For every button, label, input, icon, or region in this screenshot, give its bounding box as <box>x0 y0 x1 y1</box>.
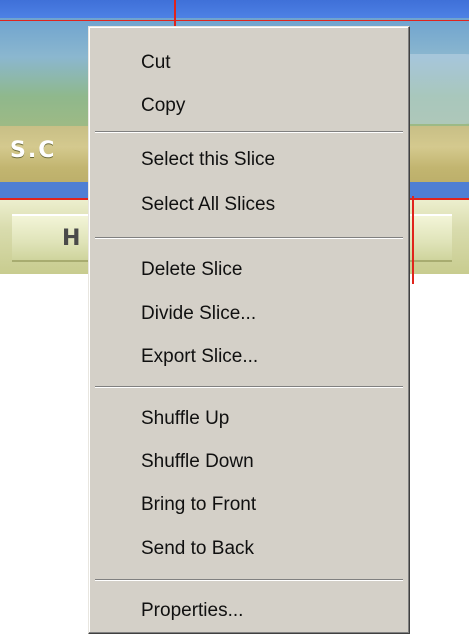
slice-guide-horizontal[interactable] <box>0 20 469 21</box>
menu-separator <box>95 237 403 239</box>
menu-item-shuffle-up[interactable]: Shuffle Up <box>92 402 406 436</box>
slice-context-menu: Cut Copy Select this Slice Select All Sl… <box>88 26 410 634</box>
menu-separator <box>95 386 403 388</box>
slice-guide-vertical[interactable] <box>412 196 414 284</box>
nav-button-label: H <box>62 226 81 251</box>
canvas-top-bar <box>0 0 469 20</box>
menu-separator <box>95 131 403 133</box>
menu-item-select-this-slice[interactable]: Select this Slice <box>92 143 406 177</box>
menu-item-copy[interactable]: Copy <box>92 89 406 123</box>
menu-item-bring-to-front[interactable]: Bring to Front <box>92 488 406 522</box>
banner-text: S.C <box>10 138 57 163</box>
menu-item-properties[interactable]: Properties... <box>92 594 406 628</box>
menu-item-divide-slice[interactable]: Divide Slice... <box>92 297 406 331</box>
menu-item-cut[interactable]: Cut <box>92 46 406 80</box>
menu-item-delete-slice[interactable]: Delete Slice <box>92 253 406 287</box>
menu-item-shuffle-down[interactable]: Shuffle Down <box>92 445 406 479</box>
menu-item-export-slice[interactable]: Export Slice... <box>92 340 406 374</box>
menu-item-select-all-slices[interactable]: Select All Slices <box>92 188 406 222</box>
menu-item-send-to-back[interactable]: Send to Back <box>92 532 406 566</box>
menu-separator <box>95 579 403 581</box>
